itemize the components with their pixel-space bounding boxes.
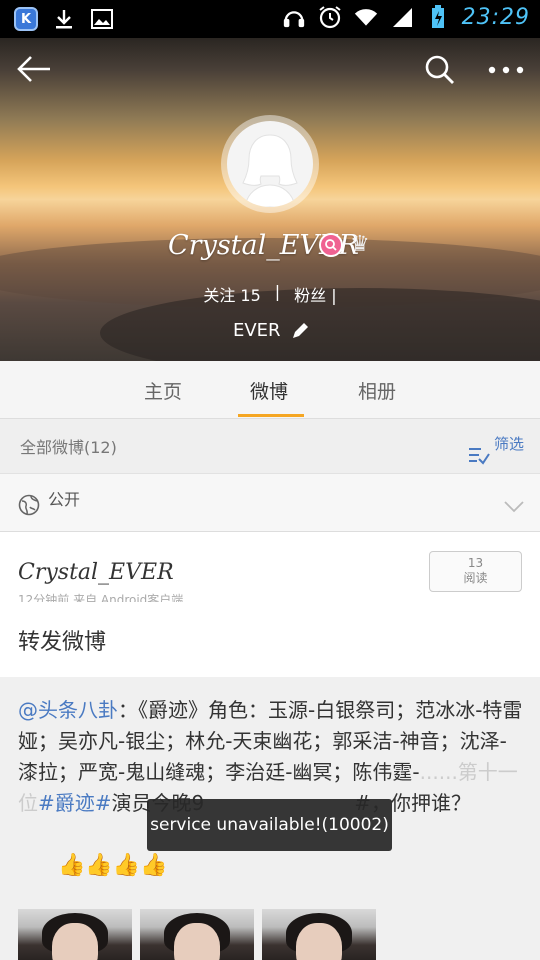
download-icon <box>52 6 76 32</box>
search-icon <box>425 55 454 84</box>
read-count-box: 13 阅读 <box>429 551 522 592</box>
intro-text: EVER <box>233 320 281 341</box>
read-label: 阅读 <box>463 571 488 585</box>
member-badge-icon[interactable] <box>319 233 343 257</box>
filter-button[interactable]: 筛选 <box>468 433 524 467</box>
edit-pencil-icon <box>292 322 308 338</box>
tab-album[interactable]: 相册 <box>358 377 396 404</box>
photo-grid <box>18 909 376 960</box>
alarm-icon <box>318 4 342 30</box>
following-stat[interactable]: 关注 15 <box>203 282 260 306</box>
profile-tabs: 主页 微博 相册 <box>0 361 540 419</box>
more-options-button[interactable] <box>486 56 526 84</box>
photo-thumbnail[interactable] <box>262 909 376 960</box>
chevron-down-icon <box>504 501 524 513</box>
followers-label: 粉丝 <box>294 286 327 305</box>
hashtag-link[interactable]: #爵迹# <box>38 791 112 815</box>
tab-weibo[interactable]: 微博 <box>250 377 288 404</box>
post-author[interactable]: Crystal_EVER <box>18 560 174 585</box>
visibility-label: 公开 <box>48 490 81 509</box>
photo-thumbnail[interactable] <box>140 909 254 960</box>
error-toast: service unavailable!(10002) <box>147 799 392 851</box>
cell-signal-icon <box>390 4 414 30</box>
mention-colon: ： <box>118 698 138 722</box>
status-bar: K 23:29 <box>0 0 540 38</box>
image-icon <box>90 6 114 32</box>
thumbs-up-emoji: 👍👍👍👍 <box>58 853 168 878</box>
clock-time: 23:29 <box>461 4 530 30</box>
more-icon <box>488 66 524 74</box>
filter-icon <box>469 448 490 465</box>
follow-stats: 关注 15 | 粉丝 | <box>0 282 540 306</box>
post-meta: 12分钟前 来自 Android客户端 <box>18 593 184 602</box>
headphones-icon <box>282 4 306 30</box>
tab-home[interactable]: 主页 <box>144 377 182 404</box>
wifi-icon <box>354 4 378 30</box>
default-avatar-icon <box>242 134 298 207</box>
battery-icon <box>426 4 450 30</box>
filter-row: 全部微博(12) 筛选 <box>0 419 540 474</box>
app-notification-icon: K <box>14 7 38 31</box>
post-text: 转发微博 <box>18 630 107 655</box>
crown-icon[interactable]: ♛ <box>350 232 370 257</box>
avatar[interactable] <box>221 115 319 213</box>
mention-link[interactable]: @头条八卦 <box>18 698 118 722</box>
profile-header: Crystal_EVER ♛ 关注 15 | 粉丝 | EVER <box>0 38 540 361</box>
followers-stat[interactable]: 粉丝 | <box>294 282 337 306</box>
active-tab-indicator <box>238 414 304 417</box>
profile-intro[interactable]: EVER <box>233 320 309 341</box>
back-button[interactable] <box>16 54 52 84</box>
stat-separator: | <box>274 282 281 301</box>
photo-thumbnail[interactable] <box>18 909 132 960</box>
search-button[interactable] <box>424 54 456 86</box>
followers-count-separator: | <box>331 286 337 305</box>
filter-button-label: 筛选 <box>494 435 525 453</box>
following-label: 关注 <box>203 286 236 305</box>
read-count: 13 <box>467 556 484 570</box>
globe-icon <box>18 494 40 516</box>
following-count: 15 <box>240 286 261 305</box>
visibility-selector[interactable]: 公开 <box>0 474 540 532</box>
all-weibo-count: 全部微博(12) <box>20 438 117 457</box>
